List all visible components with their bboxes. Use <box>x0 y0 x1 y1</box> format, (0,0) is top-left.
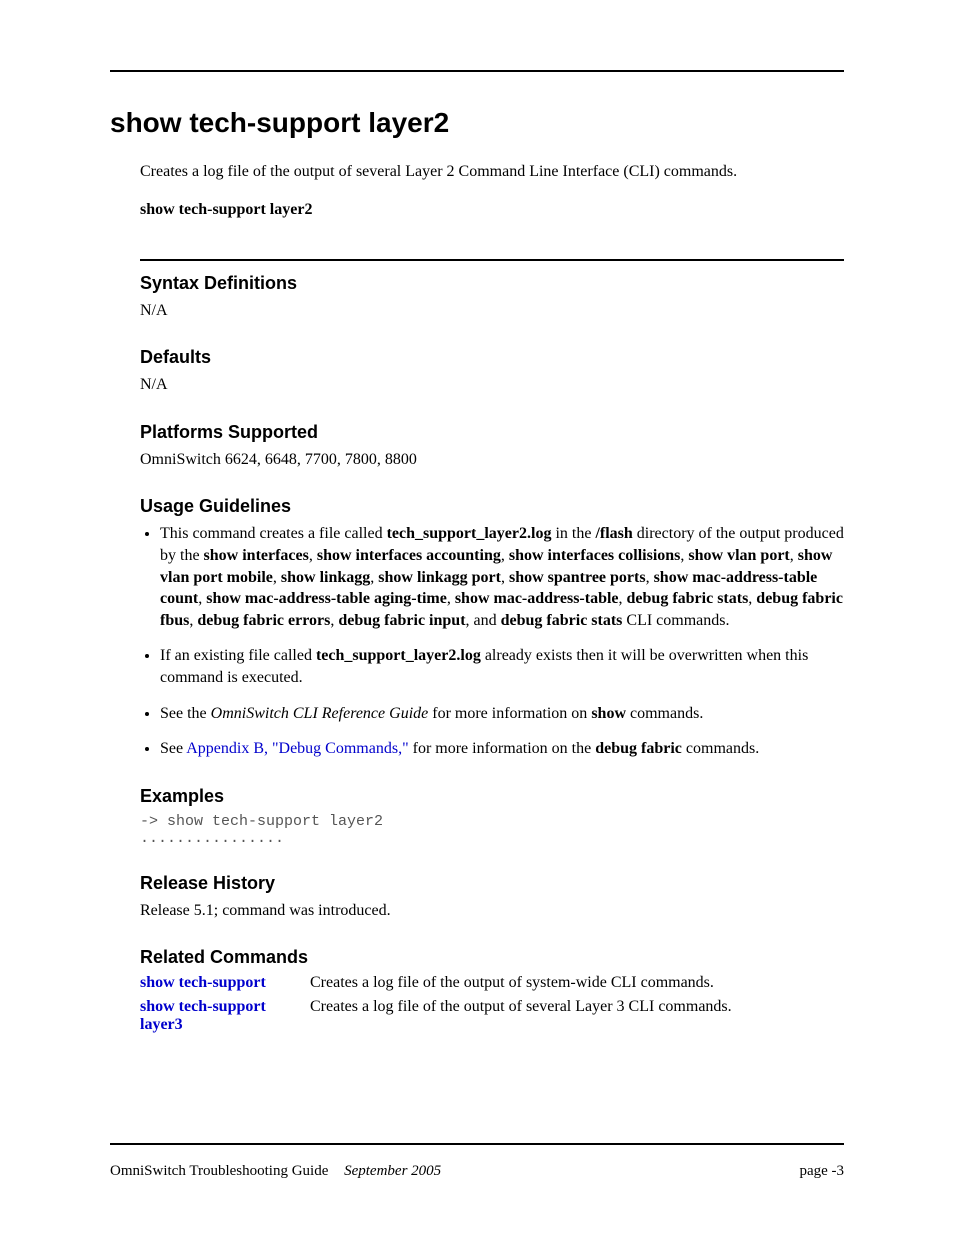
command: show vlan port <box>688 547 789 564</box>
document-page: show tech-support layer2 Creates a log f… <box>0 0 954 1235</box>
command: show interfaces accounting <box>317 547 501 564</box>
doc-title: OmniSwitch CLI Reference Guide <box>211 705 429 722</box>
filename: tech_support_layer2.log <box>316 647 481 664</box>
section-rule <box>140 259 844 261</box>
examples-block: -> show tech-support layer2 ............… <box>140 813 844 847</box>
footer-date: September 2005 <box>344 1163 441 1179</box>
related-commands-table: show tech-support Creates a log file of … <box>140 974 844 1034</box>
footer-page-number: page -3 <box>799 1163 844 1180</box>
intro-text: Creates a log file of the output of seve… <box>140 161 844 183</box>
release-history-body: Release 5.1; command was introduced. <box>140 900 844 922</box>
usage-list: This command creates a file called tech_… <box>140 523 844 759</box>
command: show spantree ports <box>509 569 646 586</box>
text: in the <box>551 525 595 542</box>
command: debug fabric stats <box>501 612 623 629</box>
directory: /flash <box>595 525 632 542</box>
bottom-rule <box>110 1143 844 1145</box>
related-row: show tech-support Creates a log file of … <box>140 974 844 992</box>
command: debug fabric input <box>338 612 465 629</box>
text: CLI commands. <box>622 612 729 629</box>
usage-item: This command creates a file called tech_… <box>160 523 844 631</box>
text: commands. <box>626 705 703 722</box>
heading-related-commands: Related Commands <box>140 947 844 968</box>
command: show interfaces collisions <box>509 547 681 564</box>
command: show linkagg <box>281 569 370 586</box>
command: show interfaces <box>204 547 309 564</box>
page-footer: OmniSwitch Troubleshooting Guide Septemb… <box>110 1163 844 1180</box>
text: This command creates a file called <box>160 525 387 542</box>
usage-item: If an existing file called tech_support_… <box>160 645 844 688</box>
usage-item: See the OmniSwitch CLI Reference Guide f… <box>160 703 844 725</box>
command: show mac-address-table aging-time <box>206 590 447 607</box>
heading-syntax-definitions: Syntax Definitions <box>140 273 844 294</box>
command: show mac-address-table <box>455 590 619 607</box>
filename: tech_support_layer2.log <box>387 525 552 542</box>
text: See the <box>160 705 211 722</box>
footer-guide: OmniSwitch Troubleshooting Guide <box>110 1163 328 1179</box>
syntax-definitions-body: N/A <box>140 300 844 322</box>
platforms-body: OmniSwitch 6624, 6648, 7700, 7800, 8800 <box>140 449 844 471</box>
related-command-link[interactable]: show tech-support layer3 <box>140 998 266 1033</box>
example-line: ................ <box>140 830 844 847</box>
appendix-link[interactable]: Appendix B, "Debug Commands," <box>186 740 408 757</box>
footer-left: OmniSwitch Troubleshooting Guide Septemb… <box>110 1163 441 1180</box>
text: See <box>160 740 186 757</box>
defaults-body: N/A <box>140 374 844 396</box>
command: show <box>591 705 626 722</box>
related-desc-cell: Creates a log file of the output of seve… <box>310 998 844 1034</box>
command: show linkagg port <box>378 569 501 586</box>
text: for more information on the <box>409 740 596 757</box>
related-desc-cell: Creates a log file of the output of syst… <box>310 974 844 992</box>
text: for more information on <box>428 705 591 722</box>
text: , and <box>466 612 501 629</box>
related-command-link[interactable]: show tech-support <box>140 974 266 991</box>
heading-platforms: Platforms Supported <box>140 422 844 443</box>
related-row: show tech-support layer3 Creates a log f… <box>140 998 844 1034</box>
command: debug fabric errors <box>197 612 330 629</box>
syntax-line: show tech-support layer2 <box>140 201 844 219</box>
command: debug fabric <box>595 740 682 757</box>
heading-usage: Usage Guidelines <box>140 496 844 517</box>
usage-item: See Appendix B, "Debug Commands," for mo… <box>160 738 844 760</box>
command: debug fabric stats <box>627 590 749 607</box>
page-title: show tech-support layer2 <box>110 107 844 139</box>
top-rule <box>110 70 844 72</box>
text: commands. <box>682 740 759 757</box>
heading-release-history: Release History <box>140 873 844 894</box>
related-command-cell: show tech-support <box>140 974 310 992</box>
related-command-cell: show tech-support layer3 <box>140 998 310 1034</box>
heading-examples: Examples <box>140 786 844 807</box>
heading-defaults: Defaults <box>140 347 844 368</box>
text: If an existing file called <box>160 647 316 664</box>
example-line: -> show tech-support layer2 <box>140 813 844 830</box>
